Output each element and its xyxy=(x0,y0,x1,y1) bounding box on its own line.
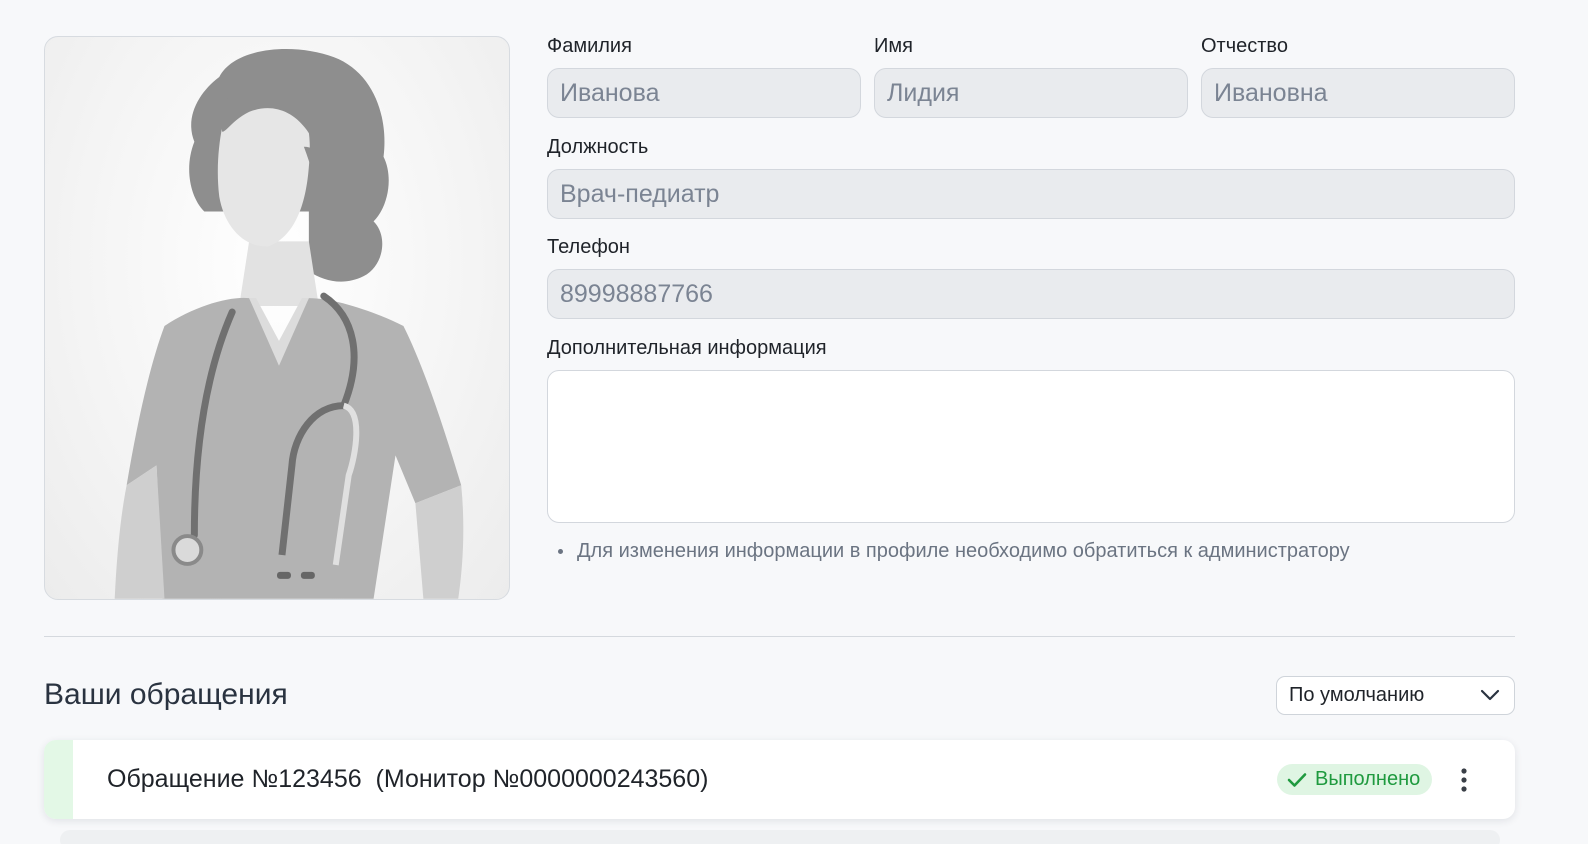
first-name-label: Имя xyxy=(874,35,913,57)
sort-selected-value: По умолчанию xyxy=(1289,684,1425,706)
status-badge: Выполнено xyxy=(1277,764,1433,795)
kebab-menu-icon[interactable] xyxy=(1452,762,1476,798)
request-card[interactable]: Обращение №123456 (Монитор №000000024356… xyxy=(44,740,1515,819)
first-name-field[interactable]: Лидия xyxy=(874,68,1188,118)
last-name-field[interactable]: Иванова xyxy=(547,68,861,118)
admin-note-text: Для изменения информации в профиле необх… xyxy=(577,540,1350,562)
admin-note: Для изменения информации в профиле необх… xyxy=(558,540,1350,563)
phone-label: Телефон xyxy=(547,236,630,258)
doctor-silhouette-image xyxy=(114,48,464,599)
request-title: Обращение №123456 (Монитор №000000024356… xyxy=(107,765,709,793)
position-label: Должность xyxy=(547,136,649,158)
phone-field[interactable]: 89998887766 xyxy=(547,269,1515,319)
status-accent-bar xyxy=(44,740,73,819)
additional-info-textarea[interactable] xyxy=(547,370,1515,523)
section-divider xyxy=(44,636,1515,637)
sort-dropdown[interactable]: По умолчанию xyxy=(1276,676,1515,715)
requests-title: Ваши обращения xyxy=(44,678,288,711)
bullet-icon xyxy=(558,549,563,554)
patronymic-field[interactable]: Ивановна xyxy=(1201,68,1515,118)
chevron-down-icon xyxy=(1480,684,1500,707)
check-icon xyxy=(1287,772,1307,787)
last-name-label: Фамилия xyxy=(547,35,632,57)
status-badge-label: Выполнено xyxy=(1315,768,1421,790)
next-request-card-edge xyxy=(60,830,1500,844)
patronymic-label: Отчество xyxy=(1201,35,1288,57)
position-field[interactable]: Врач-педиатр xyxy=(547,169,1515,219)
additional-info-label: Дополнительная информация xyxy=(547,337,827,359)
profile-photo xyxy=(44,36,510,600)
